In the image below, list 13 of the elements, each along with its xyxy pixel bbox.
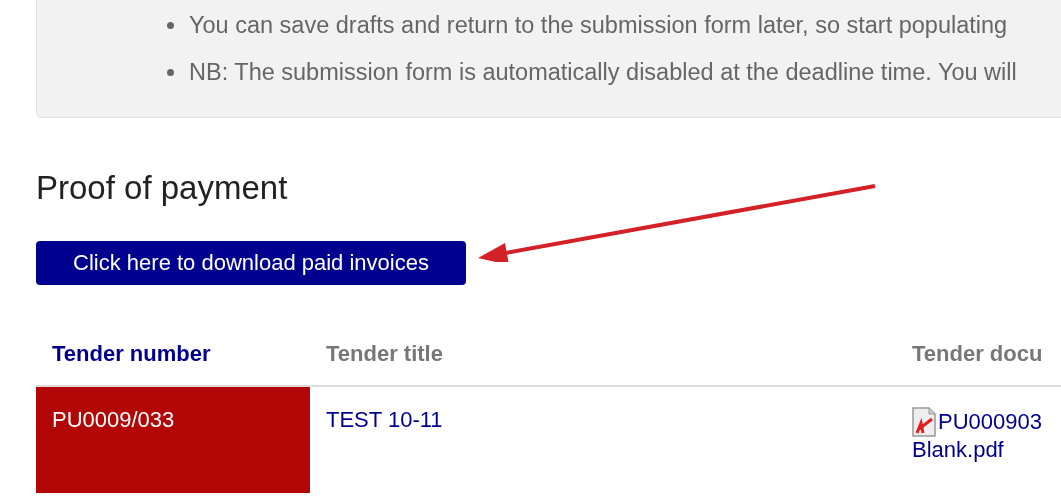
section-heading: Proof of payment — [36, 168, 289, 208]
column-header[interactable]: Tender docu — [896, 330, 1061, 387]
download-invoices-button[interactable]: Click here to download paid invoices — [36, 241, 466, 285]
document-link[interactable]: Blank.pdf — [912, 437, 1004, 463]
bullet-icon — [167, 22, 174, 29]
notice-text: NB: The submission form is automatically disabled at the deadline time. You will — [189, 59, 1017, 86]
bullet-icon — [167, 69, 174, 76]
notice-text: You can save drafts and return to the submission form later, so start populating — [189, 12, 1008, 39]
tender-title-link[interactable]: TEST 10-11 — [326, 407, 443, 432]
document-link[interactable]: PU000903 — [938, 409, 1042, 435]
pdf-file-icon — [912, 407, 936, 437]
column-header[interactable]: Tender title — [310, 330, 896, 387]
table-cell: PU0009/033 — [36, 387, 310, 493]
